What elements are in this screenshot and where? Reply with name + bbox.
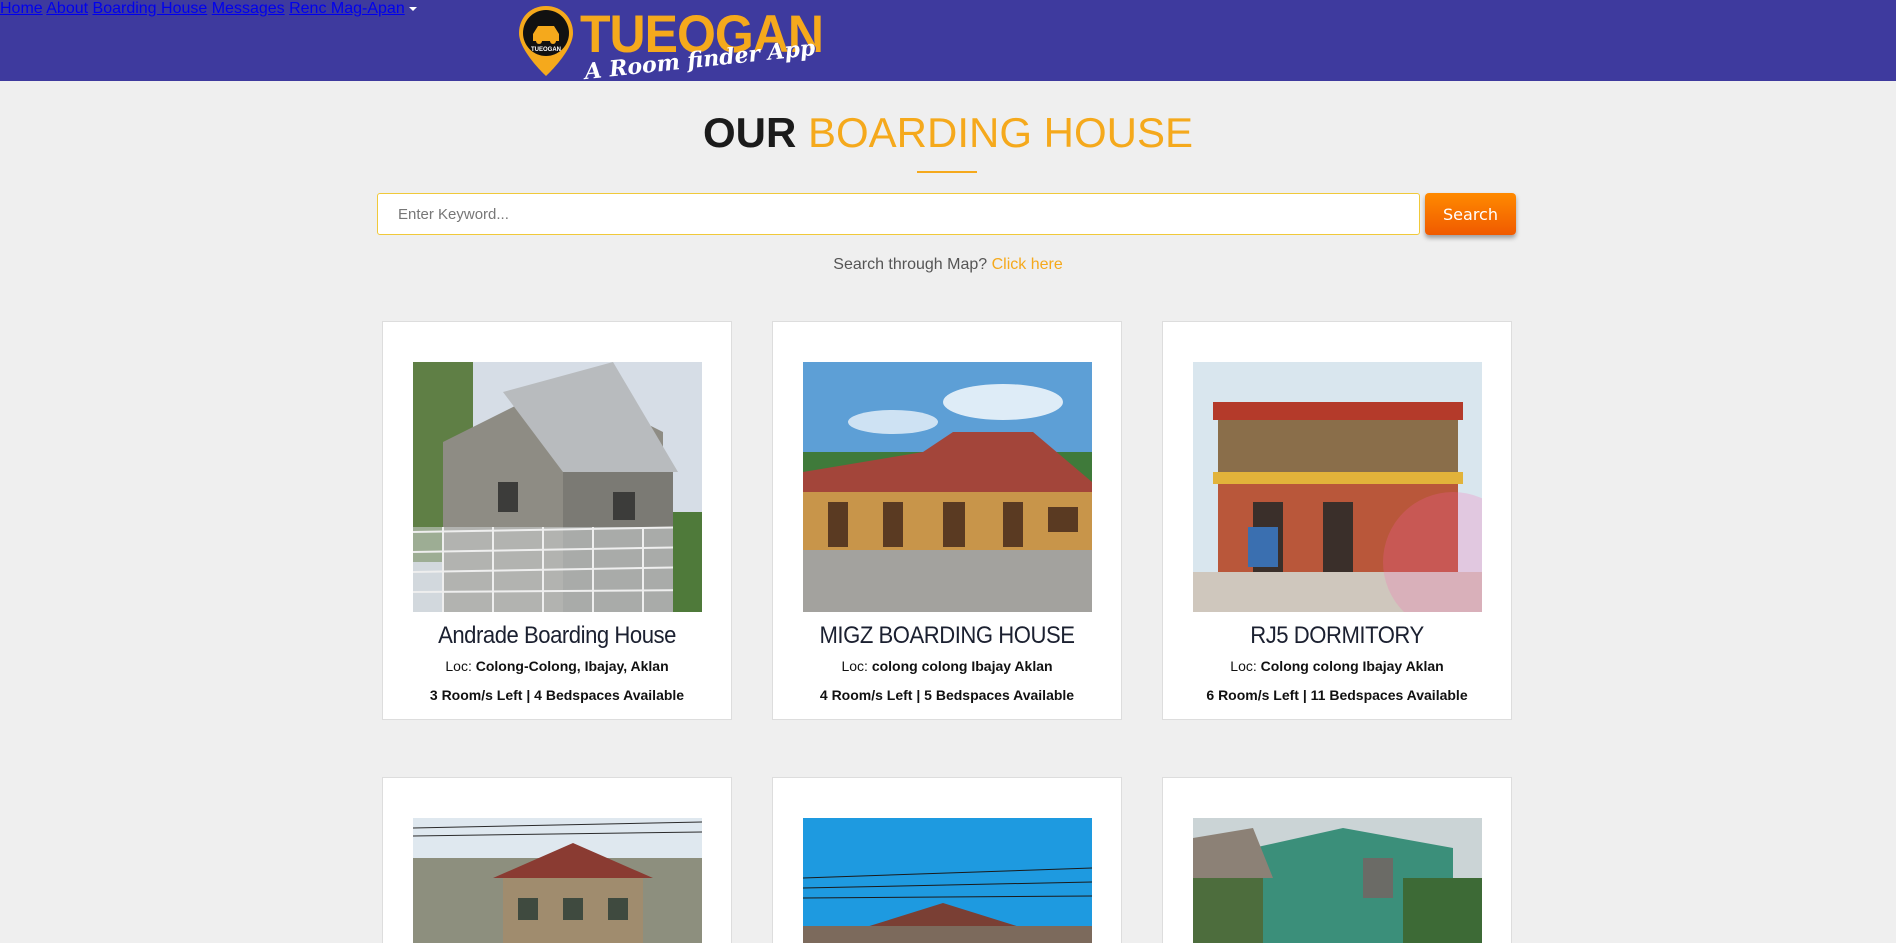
availability-text: 3 Room/s Left | 4 Bedspaces Available <box>429 687 685 703</box>
boarding-house-card[interactable]: Andrade Boarding House Loc: Colong-Colon… <box>382 321 732 720</box>
nav-home[interactable]: Home <box>0 0 43 17</box>
boarding-house-photo[interactable] <box>1193 818 1482 943</box>
top-navbar: TUEOGAN TUEOGAN A Room finder App Home A… <box>0 0 1896 85</box>
availability-text: 6 Room/s Left | 11 Bedspaces Available <box>1206 687 1468 703</box>
boarding-house-photo[interactable] <box>413 362 702 612</box>
boarding-house-location: Loc: Colong-Colong, Ibajay, Aklan <box>383 658 731 674</box>
map-search-prompt: Search through Map? Click here <box>0 256 1896 274</box>
location-value: Colong colong Ibajay Aklan <box>1260 658 1444 674</box>
nav-boarding-house[interactable]: Boarding House <box>93 0 208 17</box>
title-underline <box>917 171 977 173</box>
search-button[interactable]: Search <box>1425 193 1516 235</box>
nav-messages[interactable]: Messages <box>212 0 285 17</box>
location-label: Loc: <box>445 658 472 674</box>
boarding-house-location: Loc: colong colong Ibajay Aklan <box>773 658 1121 674</box>
boarding-house-photo[interactable] <box>413 818 702 943</box>
location-value: colong colong Ibajay Aklan <box>871 658 1053 674</box>
boarding-house-photo[interactable] <box>1193 362 1482 612</box>
logo-badge-text: TUEOGAN <box>531 47 561 53</box>
boarding-house-card[interactable] <box>382 777 732 943</box>
boarding-house-name[interactable]: Andrade Boarding House <box>397 622 717 650</box>
nav-user-menu[interactable]: Renc Mag-Apan <box>289 0 417 17</box>
boarding-house-location: Loc: Colong colong Ibajay Aklan <box>1163 658 1511 674</box>
boarding-house-card[interactable]: MIGZ BOARDING HOUSE Loc: colong colong I… <box>772 321 1122 720</box>
boarding-house-card[interactable] <box>772 777 1122 943</box>
brand-logo[interactable]: TUEOGAN TUEOGAN A Room finder App <box>514 3 824 85</box>
boarding-house-name[interactable]: MIGZ BOARDING HOUSE <box>787 622 1107 650</box>
boarding-house-name[interactable]: RJ5 DORMITORY <box>1177 622 1497 650</box>
search-input[interactable] <box>377 193 1420 235</box>
map-prompt-text: Search through Map? <box>833 256 988 273</box>
availability-text: 4 Room/s Left | 5 Bedspaces Available <box>819 687 1075 703</box>
user-name: Renc Mag-Apan <box>289 0 405 17</box>
boarding-house-photo[interactable] <box>803 362 1092 612</box>
nav-about[interactable]: About <box>46 0 88 17</box>
map-search-link[interactable]: Click here <box>992 256 1063 273</box>
boarding-house-photo[interactable] <box>803 818 1092 943</box>
location-value: Colong-Colong, Ibajay, Aklan <box>475 658 669 674</box>
caret-down-icon <box>408 6 417 11</box>
page-title: OUR BOARDING HOUSE <box>0 104 1896 162</box>
title-word-boarding-house: BOARDING HOUSE <box>807 109 1194 156</box>
logo-pin-icon: TUEOGAN <box>519 6 573 76</box>
title-word-our: OUR <box>702 109 797 156</box>
location-label: Loc: <box>1230 658 1257 674</box>
boarding-house-card[interactable]: RJ5 DORMITORY Loc: Colong colong Ibajay … <box>1162 321 1512 720</box>
boarding-house-card[interactable] <box>1162 777 1512 943</box>
location-label: Loc: <box>841 658 868 674</box>
